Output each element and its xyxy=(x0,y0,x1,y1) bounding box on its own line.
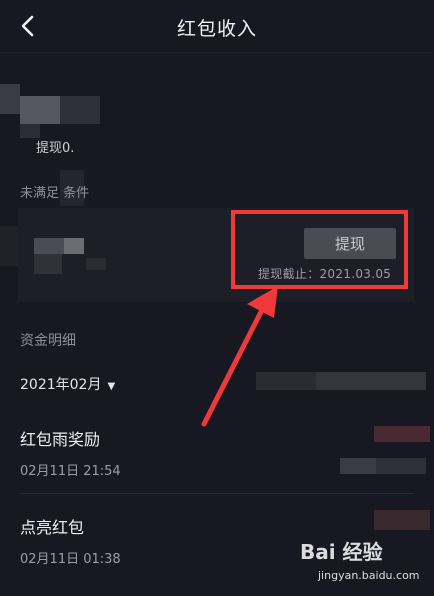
watermark-url: jingyan.baidu.com xyxy=(318,569,420,582)
record-title: 点亮红包 xyxy=(20,518,85,537)
screen: 红包收入 提现0. 未满足 条件 提现 提现截止：2021.03.05 资金明细… xyxy=(0,0,434,596)
watermark-logo: Bai 经验 xyxy=(300,540,383,564)
record-title: 红包雨奖励 xyxy=(20,430,101,449)
section-title-fund-details: 资金明细 xyxy=(20,333,76,349)
month-selector[interactable]: 2021年02月 ▼ xyxy=(20,374,115,394)
caret-down-icon: ▼ xyxy=(107,381,116,392)
divider xyxy=(20,493,414,494)
baidu-jingyan-watermark: Bai 经验 jingyan.baidu.com xyxy=(300,536,420,586)
annotation-arrow-icon xyxy=(201,286,278,427)
month-label: 2021年02月 xyxy=(20,377,102,393)
